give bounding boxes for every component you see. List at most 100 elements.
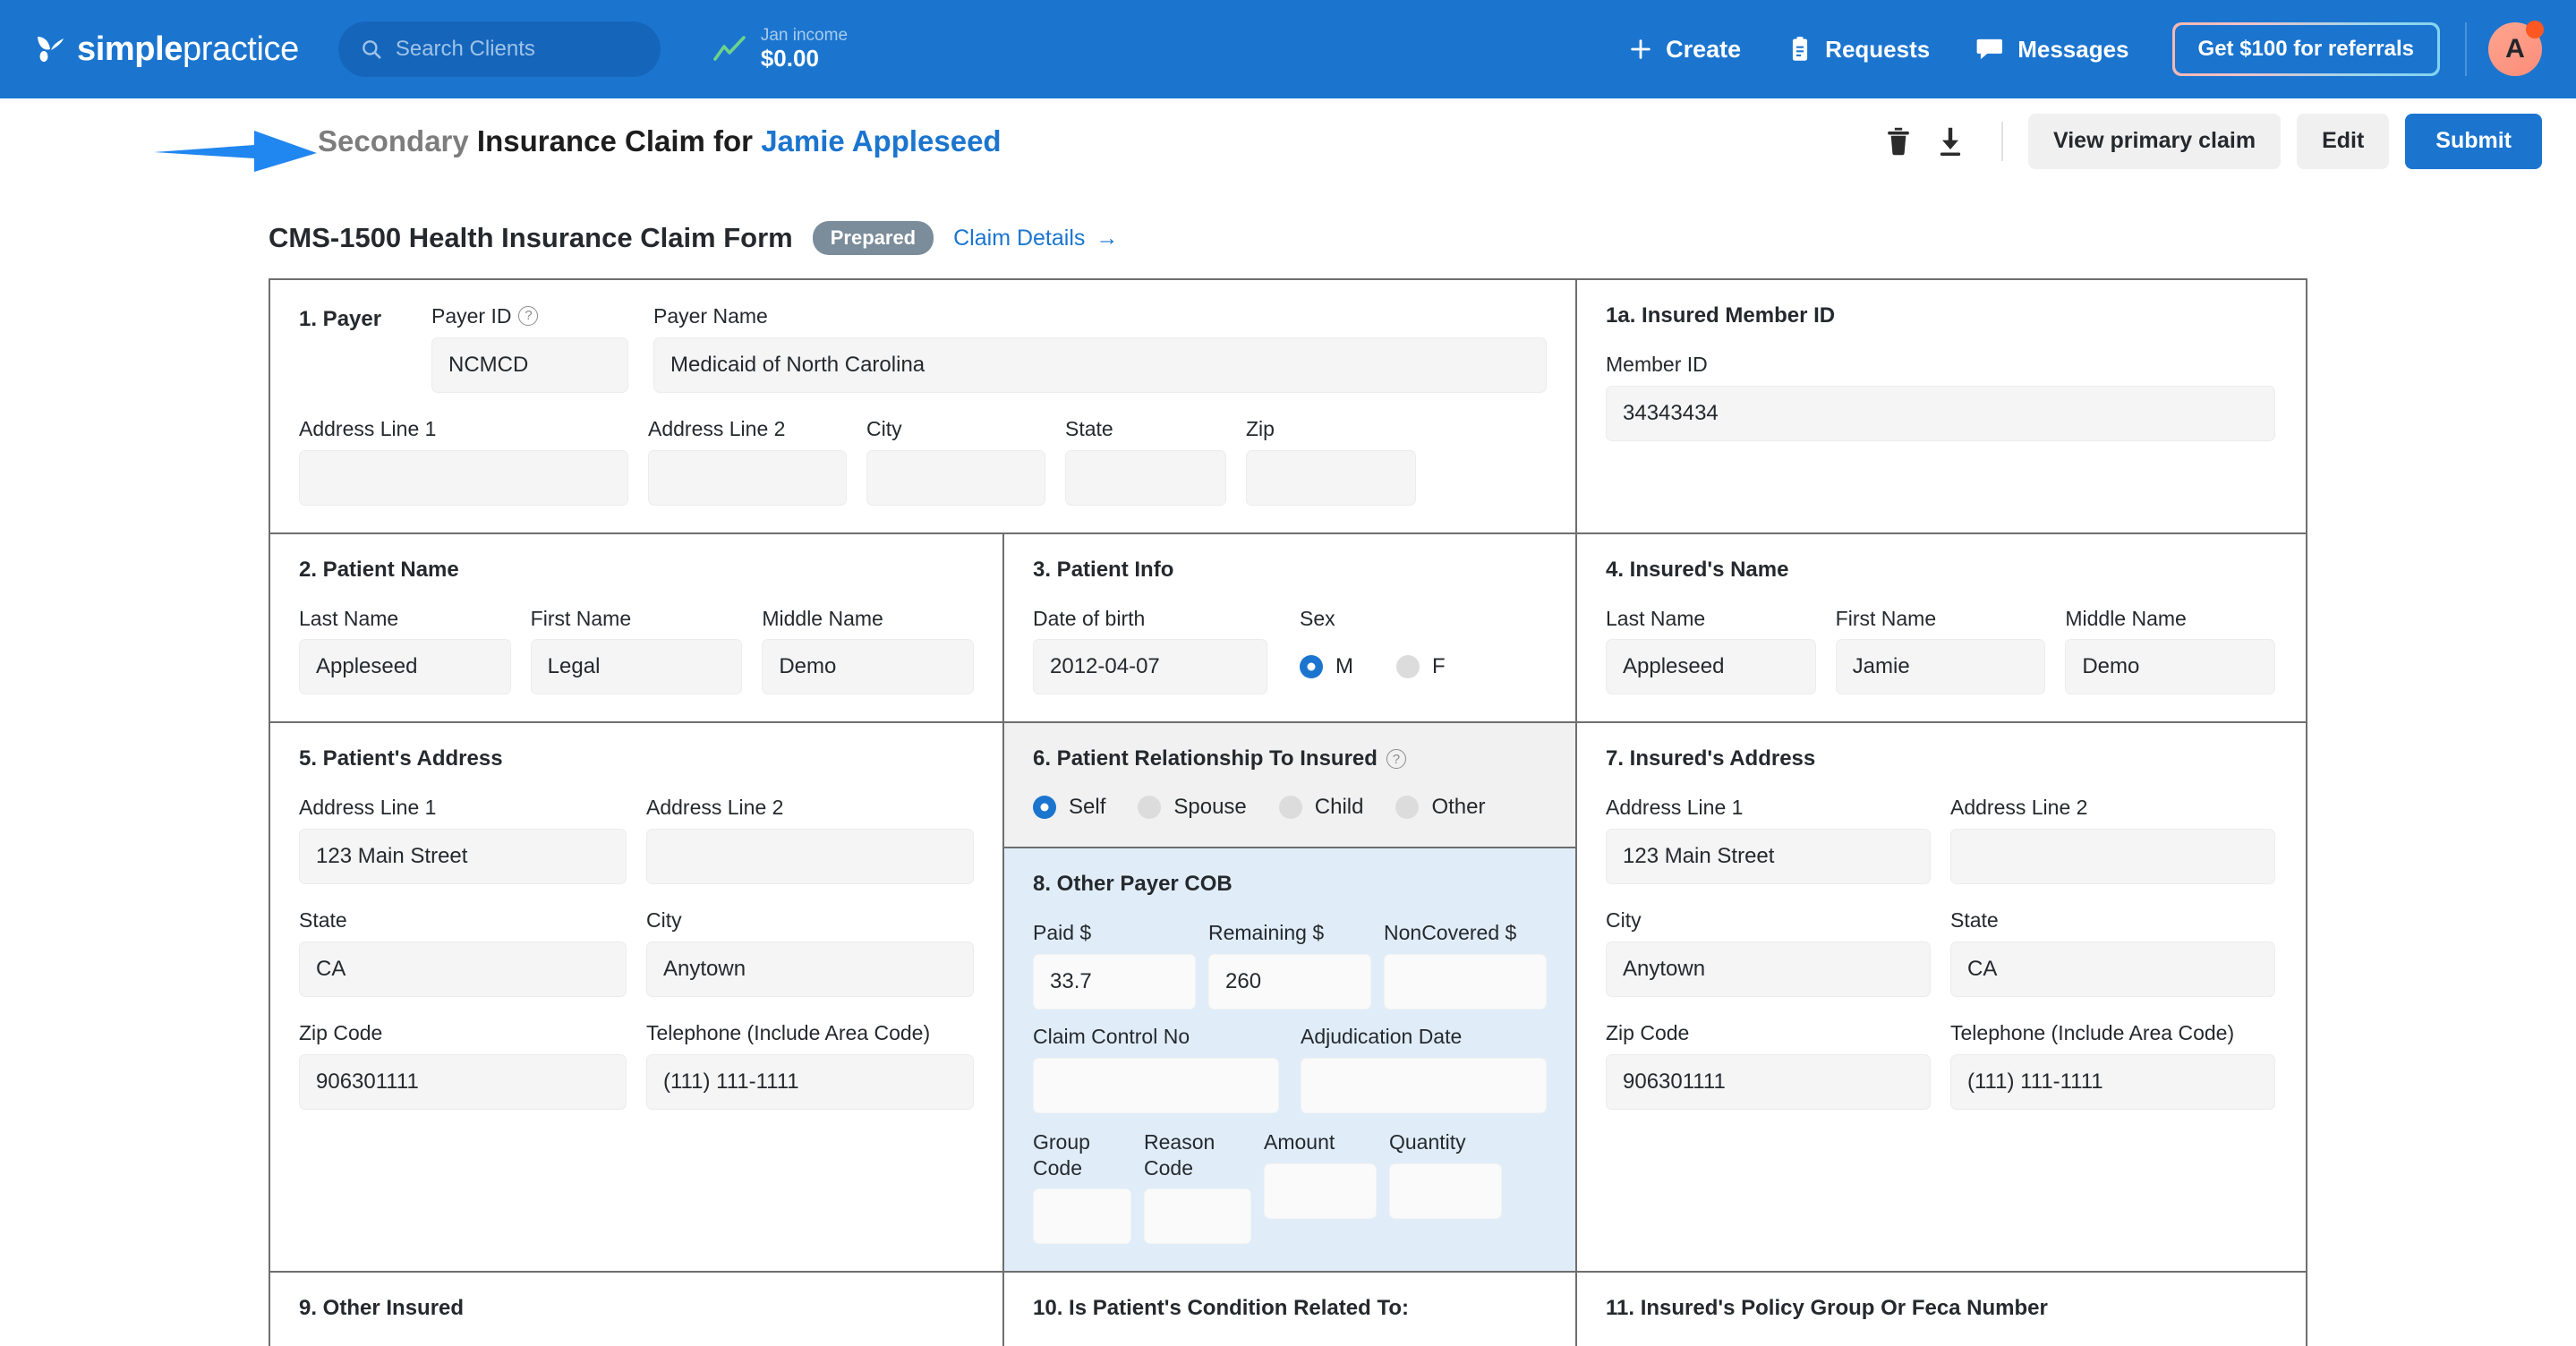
payer-zip-input[interactable] xyxy=(1246,450,1416,506)
referral-button[interactable]: Get $100 for referrals xyxy=(2172,22,2440,76)
avatar[interactable]: A xyxy=(2488,22,2542,76)
relationship-option-self[interactable]: Self xyxy=(1033,795,1105,820)
payer-id-input[interactable]: NCMCD xyxy=(431,337,628,393)
relationship-self-label: Self xyxy=(1069,795,1105,820)
insured-address2-input[interactable] xyxy=(1950,829,2275,884)
submit-button[interactable]: Submit xyxy=(2405,114,2542,169)
payer-city-label: City xyxy=(866,416,1045,442)
payer-id-label: Payer ID ? xyxy=(431,303,628,329)
insured-first-name-input[interactable]: Jamie xyxy=(1836,639,2046,694)
payer-address1-input[interactable] xyxy=(299,450,628,506)
amount-input[interactable] xyxy=(1264,1163,1377,1219)
reason-code-label: Reason Code xyxy=(1144,1129,1208,1181)
search-input[interactable]: Search Clients xyxy=(338,21,661,77)
insured-middle-name-input[interactable]: Demo xyxy=(2065,639,2275,694)
section-middle-stack: 6. Patient Relationship To Insured ? Sel… xyxy=(1002,723,1575,1271)
form-title: CMS-1500 Health Insurance Claim Form xyxy=(269,222,793,254)
delete-claim-button[interactable] xyxy=(1872,115,1924,167)
form-title-row: CMS-1500 Health Insurance Claim Form Pre… xyxy=(269,221,2576,255)
page-title-client-link[interactable]: Jamie Appleseed xyxy=(761,124,1001,158)
quantity-input[interactable] xyxy=(1389,1163,1502,1219)
section-insured-name-title: 4. Insured's Name xyxy=(1606,558,2275,583)
edit-button[interactable]: Edit xyxy=(2297,114,2389,169)
page-header: Secondary Insurance Claim for Jamie Appl… xyxy=(0,98,2576,183)
insured-city-label: City xyxy=(1606,907,1931,933)
patient-address1-label: Address Line 1 xyxy=(299,795,627,821)
patient-phone-input[interactable]: (111) 111-1111 xyxy=(646,1054,974,1110)
page-title-middle: Insurance Claim for xyxy=(477,124,753,158)
section-insured-member-id: 1a. Insured Member ID Member ID 34343434 xyxy=(1575,280,2304,532)
create-button[interactable]: Create xyxy=(1605,36,1764,64)
insured-state-input[interactable]: CA xyxy=(1950,941,2275,997)
download-icon xyxy=(1935,125,1966,158)
search-placeholder-text: Search Clients xyxy=(396,37,535,62)
claim-details-link[interactable]: Claim Details → xyxy=(953,226,1118,251)
payer-state-label: State xyxy=(1065,416,1226,442)
patient-last-name-input[interactable]: Appleseed xyxy=(299,639,511,694)
payer-city-input[interactable] xyxy=(866,450,1045,506)
sex-radio-male[interactable]: M xyxy=(1300,654,1353,679)
payer-address2-input[interactable] xyxy=(648,450,847,506)
radio-icon xyxy=(1395,796,1419,819)
adjudication-date-input[interactable] xyxy=(1301,1058,1547,1113)
help-icon[interactable]: ? xyxy=(518,306,538,326)
income-label: Jan income xyxy=(761,26,848,46)
brand-logo[interactable]: simplepractice xyxy=(32,31,299,67)
group-code-input[interactable] xyxy=(1033,1188,1131,1244)
section-insured-address-title: 7. Insured's Address xyxy=(1606,746,2275,771)
dob-input[interactable]: 2012-04-07 xyxy=(1033,639,1267,694)
patient-address2-input[interactable] xyxy=(646,829,974,884)
relationship-option-child[interactable]: Child xyxy=(1279,795,1364,820)
section-policy-group: 11. Insured's Policy Group Or Feca Numbe… xyxy=(1575,1273,2304,1346)
relationship-option-spouse[interactable]: Spouse xyxy=(1138,795,1246,820)
payer-name-input[interactable]: Medicaid of North Carolina xyxy=(653,337,1547,393)
patient-zip-input[interactable]: 906301111 xyxy=(299,1054,627,1110)
patient-state-input[interactable]: CA xyxy=(299,941,627,997)
sex-radio-female[interactable]: F xyxy=(1396,654,1446,679)
member-id-input[interactable]: 34343434 xyxy=(1606,386,2275,441)
noncovered-input[interactable] xyxy=(1384,954,1547,1010)
insured-last-name-label: Last Name xyxy=(1606,606,1816,632)
adjudication-date-label: Adjudication Date xyxy=(1301,1024,1547,1050)
page-title: Secondary Insurance Claim for Jamie Appl… xyxy=(318,124,1002,158)
requests-button[interactable]: Requests xyxy=(1764,36,1953,64)
claim-control-no-label: Claim Control No xyxy=(1033,1024,1279,1050)
insured-address1-input[interactable]: 123 Main Street xyxy=(1606,829,1931,884)
insured-last-name-input[interactable]: Appleseed xyxy=(1606,639,1816,694)
patient-middle-name-input[interactable]: Demo xyxy=(762,639,974,694)
insured-middle-name-label: Middle Name xyxy=(2065,606,2275,632)
payer-address2-label: Address Line 2 xyxy=(648,416,847,442)
claim-control-no-input[interactable] xyxy=(1033,1058,1279,1113)
nav-divider xyxy=(2465,22,2467,76)
patient-first-name-input[interactable]: Legal xyxy=(531,639,743,694)
grid-row: 9. Other Insured Last Name Appleseed Fir… xyxy=(270,1271,2306,1346)
relationship-radio-group: Self Spouse Child Other xyxy=(1033,795,1547,820)
butterfly-logo-icon xyxy=(32,31,68,67)
arrow-right-icon: → xyxy=(1096,226,1118,251)
radio-icon-selected xyxy=(1033,796,1056,819)
insured-phone-input[interactable]: (111) 111-1111 xyxy=(1950,1054,2275,1110)
create-label: Create xyxy=(1666,36,1741,64)
view-primary-claim-button[interactable]: View primary claim xyxy=(2028,114,2281,169)
messages-button[interactable]: Messages xyxy=(1953,36,2152,64)
group-code-label: Group Code xyxy=(1033,1129,1131,1181)
insured-city-input[interactable]: Anytown xyxy=(1606,941,1931,997)
reason-code-input[interactable] xyxy=(1144,1188,1251,1244)
patient-phone-label: Telephone (Include Area Code) xyxy=(646,1020,974,1046)
income-summary[interactable]: Jan income $0.00 xyxy=(712,26,848,72)
payer-state-input[interactable] xyxy=(1065,450,1226,506)
section-insured-member-id-title: 1a. Insured Member ID xyxy=(1606,303,2275,328)
paid-input[interactable]: 33.7 xyxy=(1033,954,1196,1010)
remaining-input[interactable]: 260 xyxy=(1208,954,1371,1010)
relationship-option-other[interactable]: Other xyxy=(1395,795,1485,820)
patient-city-input[interactable]: Anytown xyxy=(646,941,974,997)
radio-icon xyxy=(1396,655,1420,678)
insured-zip-input[interactable]: 906301111 xyxy=(1606,1054,1931,1110)
help-icon[interactable]: ? xyxy=(1386,749,1406,769)
claim-details-label: Claim Details xyxy=(953,226,1085,251)
section-payer: 1. Payer Payer ID ? NCMCD Payer Name Med… xyxy=(270,280,1575,532)
patient-address1-input[interactable]: 123 Main Street xyxy=(299,829,627,884)
header-divider xyxy=(2001,122,2003,161)
download-claim-button[interactable] xyxy=(1924,115,1976,167)
chat-bubble-icon xyxy=(1976,36,2005,63)
